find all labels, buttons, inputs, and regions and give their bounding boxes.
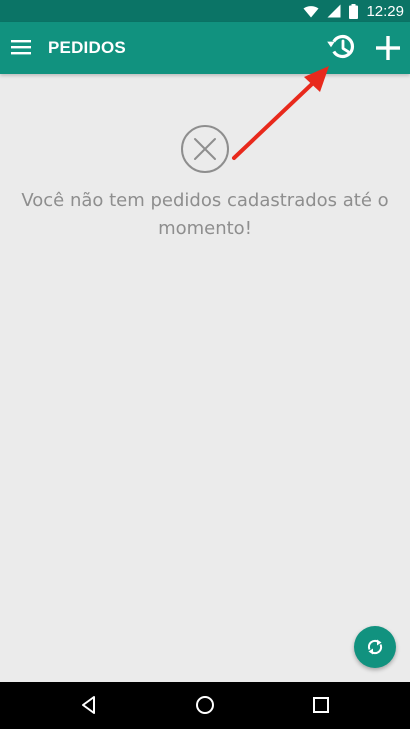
add-icon: [376, 36, 400, 60]
add-button[interactable]: [372, 32, 404, 64]
system-nav-bar: [0, 682, 410, 729]
sync-icon: [367, 639, 383, 655]
empty-message-line2: momento!: [158, 218, 252, 239]
page-title: PEDIDOS: [48, 38, 126, 57]
back-icon[interactable]: [78, 694, 100, 716]
battery-icon: [349, 3, 359, 19]
status-time: 12:29: [366, 2, 404, 20]
close-circle-icon: [180, 124, 230, 174]
status-bar: 12:29: [0, 0, 410, 22]
home-icon[interactable]: [194, 694, 216, 716]
history-button[interactable]: [324, 30, 360, 66]
wifi-icon: [303, 5, 319, 17]
sync-button[interactable]: [354, 626, 396, 668]
annotation-arrow: [232, 66, 329, 160]
recents-icon[interactable]: [310, 694, 332, 716]
status-icons: 12:29: [303, 0, 404, 22]
app-bar: PEDIDOS: [0, 22, 410, 74]
empty-message-line1: Você não tem pedidos cadastrados até o: [21, 190, 389, 211]
menu-icon[interactable]: [10, 36, 32, 58]
empty-state-message: Você não tem pedidos cadastrados até o m…: [0, 187, 410, 243]
signal-icon: [327, 4, 341, 18]
history-icon: [327, 34, 355, 59]
